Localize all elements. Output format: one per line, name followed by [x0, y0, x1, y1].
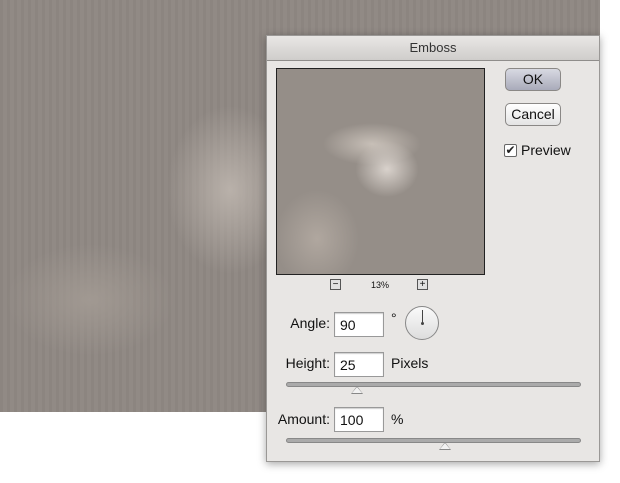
angle-unit: °: [391, 310, 397, 326]
angle-label: Angle:: [290, 315, 330, 331]
cancel-button[interactable]: Cancel: [505, 103, 561, 126]
amount-slider-thumb[interactable]: [439, 442, 452, 450]
dial-needle: [421, 310, 424, 325]
amount-label: Amount:: [277, 411, 330, 427]
dialog-title: Emboss: [267, 36, 599, 61]
preview-thumbnail[interactable]: [276, 68, 485, 275]
preview-label: Preview: [521, 142, 571, 158]
emboss-dialog: Emboss OK Cancel ✔ Preview − 13% + Angle…: [266, 35, 600, 462]
angle-input[interactable]: 90: [334, 312, 384, 337]
amount-slider[interactable]: [286, 438, 581, 450]
amount-input[interactable]: 100: [334, 407, 384, 432]
ok-button[interactable]: OK: [505, 68, 561, 91]
height-slider-thumb[interactable]: [351, 386, 364, 394]
zoom-level: 13%: [370, 280, 389, 290]
height-input[interactable]: 25: [334, 352, 384, 377]
height-unit: Pixels: [391, 355, 429, 371]
amount-unit: %: [391, 411, 404, 427]
height-label: Height:: [285, 355, 330, 371]
angle-dial[interactable]: [405, 306, 439, 340]
zoom-in-button[interactable]: +: [417, 279, 428, 290]
zoom-out-button[interactable]: −: [330, 279, 341, 290]
height-slider[interactable]: [286, 382, 581, 394]
preview-checkbox[interactable]: ✔ Preview: [504, 142, 571, 158]
checkmark-icon[interactable]: ✔: [504, 143, 517, 157]
